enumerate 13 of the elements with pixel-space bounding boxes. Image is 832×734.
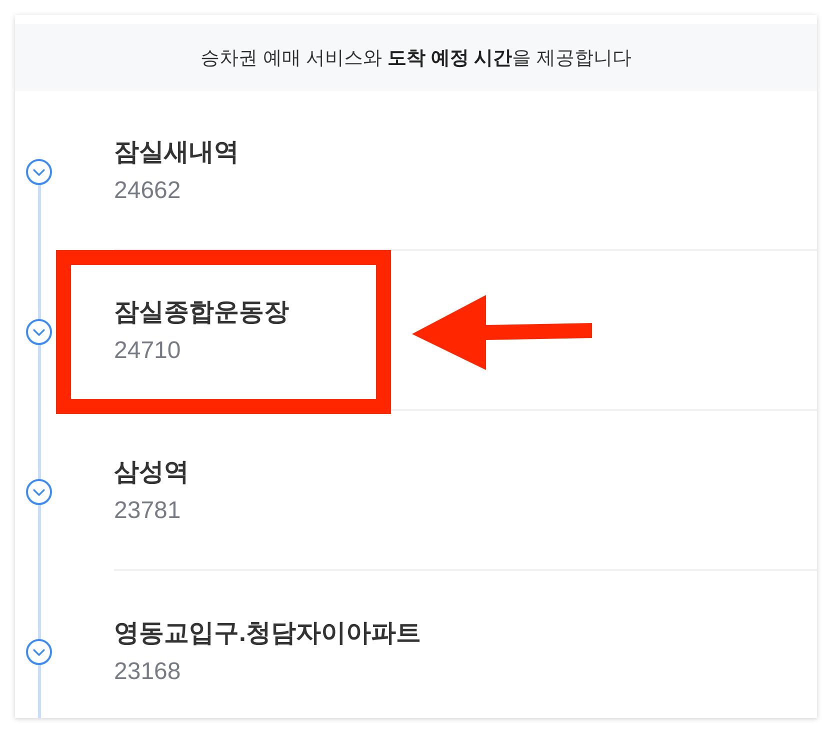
chevron-circle-icon[interactable] xyxy=(26,639,52,665)
banner-text: 승차권 예매 서비스와 도착 예정 시간을 제공합니다 xyxy=(200,46,632,70)
stop-name: 영동교입구.청담자이아파트 xyxy=(114,618,421,649)
stop-number: 24710 xyxy=(114,336,181,366)
stop-name: 잠실새내역 xyxy=(114,137,239,168)
chevron-circle-icon[interactable] xyxy=(26,319,52,345)
stop-number: 24662 xyxy=(114,176,181,206)
stop-number: 23168 xyxy=(114,657,181,687)
chevron-circle-icon[interactable] xyxy=(26,479,52,505)
stop-number: 23781 xyxy=(114,496,181,526)
stop-name: 잠실종합운동장 xyxy=(114,297,289,328)
chevron-circle-icon[interactable] xyxy=(26,159,52,185)
stop-name: 삼성역 xyxy=(114,457,189,488)
